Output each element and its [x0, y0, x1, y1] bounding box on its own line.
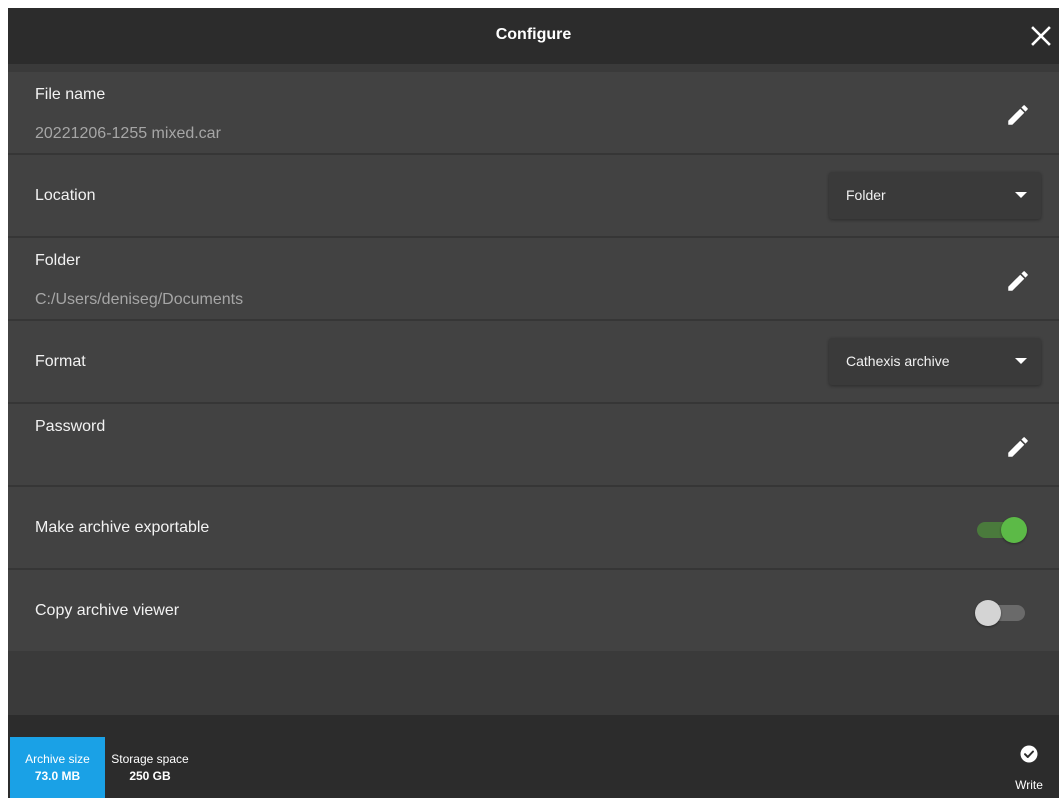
storage-space-value: 250 GB — [129, 769, 171, 783]
toggle-knob — [975, 600, 1001, 626]
dialog-title: Configure — [495, 26, 572, 43]
configure-dialog: Configure File name 20221206-1255 mixed.… — [8, 8, 1059, 798]
folder-label: Folder — [35, 252, 81, 269]
close-button[interactable] — [1027, 22, 1055, 50]
password-label: Password — [35, 418, 106, 435]
archive-size-value: 73.0 MB — [34, 769, 81, 783]
close-icon — [1031, 26, 1051, 46]
row-copy-viewer: Copy archive viewer — [8, 570, 1059, 651]
edit-file-name-button[interactable] — [1005, 102, 1031, 128]
copy-viewer-label: Copy archive viewer — [35, 602, 180, 619]
edit-password-button[interactable] — [1005, 434, 1031, 460]
toggle-knob — [1001, 517, 1027, 543]
make-exportable-label: Make archive exportable — [35, 519, 210, 536]
location-label: Location — [35, 187, 96, 204]
write-label: Write — [1015, 778, 1043, 792]
caret-down-icon — [1015, 358, 1027, 364]
write-button[interactable]: Write — [1007, 745, 1051, 795]
row-file-name: File name 20221206-1255 mixed.car — [8, 72, 1059, 155]
archive-size-panel: Archive size 73.0 MB — [10, 737, 105, 798]
dialog-footer: Archive size 73.0 MB Storage space 250 G… — [8, 715, 1059, 798]
folder-value: C:/Users/deniseg/Documents — [35, 291, 244, 308]
storage-space-label: Storage space — [111, 752, 189, 766]
pencil-icon — [1008, 437, 1028, 457]
copy-viewer-toggle[interactable] — [975, 600, 1027, 626]
caret-down-icon — [1015, 192, 1027, 198]
format-dropdown[interactable]: Cathexis archive — [829, 338, 1041, 385]
row-password: Password — [8, 404, 1059, 487]
make-exportable-toggle[interactable] — [977, 517, 1027, 543]
row-format: Format Cathexis archive — [8, 321, 1059, 404]
row-make-exportable: Make archive exportable — [8, 487, 1059, 570]
file-name-value: 20221206-1255 mixed.car — [35, 125, 221, 142]
format-selected-value: Cathexis archive — [846, 353, 950, 369]
archive-size-label: Archive size — [25, 752, 90, 766]
pencil-icon — [1008, 271, 1028, 291]
storage-space-panel: Storage space 250 GB — [105, 737, 195, 798]
settings-list: File name 20221206-1255 mixed.car Locati… — [8, 72, 1059, 651]
format-label: Format — [35, 353, 86, 370]
check-circle-icon — [1020, 745, 1038, 763]
location-dropdown[interactable]: Folder — [829, 172, 1041, 219]
location-selected-value: Folder — [846, 187, 886, 203]
pencil-icon — [1008, 105, 1028, 125]
dialog-header: Configure — [8, 8, 1059, 64]
edit-folder-button[interactable] — [1005, 268, 1031, 294]
row-folder: Folder C:/Users/deniseg/Documents — [8, 238, 1059, 321]
row-location: Location Folder — [8, 155, 1059, 238]
file-name-label: File name — [35, 86, 106, 103]
